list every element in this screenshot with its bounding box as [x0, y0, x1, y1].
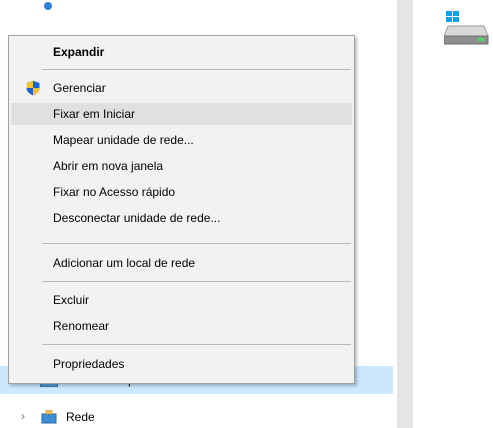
nav-item-rede[interactable]: › Rede: [0, 407, 200, 427]
menu-item-mapear-unidade-de-rede[interactable]: Mapear unidade de rede...: [11, 129, 352, 151]
menu-item-label: Propriedades: [53, 357, 125, 371]
menu-item-excluir[interactable]: Excluir: [11, 289, 352, 311]
menu-item-label: Fixar em Iniciar: [53, 107, 136, 121]
menu-item-renomear[interactable]: Renomear: [11, 315, 352, 337]
menu-item-abrir-em-nova-janela[interactable]: Abrir em nova janela: [11, 155, 352, 177]
system-drive-icon[interactable]: [444, 10, 490, 46]
menu-separator: [42, 69, 351, 70]
menu-item-label: Renomear: [53, 319, 110, 333]
menu-item-label: Excluir: [53, 293, 90, 307]
menu-item-label: Fixar no Acesso rápido: [53, 185, 176, 199]
menu-separator: [42, 344, 351, 345]
menu-item-expandir[interactable]: Expandir: [11, 41, 352, 63]
menu-item-label: Gerenciar: [53, 81, 106, 95]
menu-item-label: Expandir: [53, 45, 105, 59]
menu-item-gerenciar[interactable]: Gerenciar: [11, 77, 352, 99]
menu-item-fixar-em-iniciar[interactable]: Fixar em Iniciar: [11, 103, 352, 125]
network-icon: [41, 410, 57, 424]
menu-item-propriedades[interactable]: Propriedades: [11, 353, 352, 375]
menu-item-fixar-no-acesso-rapido[interactable]: Fixar no Acesso rápido: [11, 181, 352, 203]
menu-item-adicionar-local-de-rede[interactable]: Adicionar um local de rede: [11, 252, 352, 274]
menu-item-desconectar-unidade-de-rede[interactable]: Desconectar unidade de rede...: [11, 207, 352, 229]
pane-divider[interactable]: [397, 0, 413, 428]
menu-separator: [42, 281, 351, 282]
menu-item-label: Desconectar unidade de rede...: [53, 211, 221, 225]
menu-item-label: Abrir em nova janela: [53, 159, 164, 173]
nav-item-top[interactable]: [38, 0, 98, 12]
onedrive-icon: [44, 2, 52, 10]
menu-item-label: Adicionar um local de rede: [53, 256, 196, 270]
context-menu: Expandir Gerenciar Fixar em Iniciar Mape…: [8, 35, 355, 384]
menu-item-label: Mapear unidade de rede...: [53, 133, 194, 147]
chevron-right-icon[interactable]: ›: [21, 409, 25, 423]
shield-icon: [26, 80, 40, 96]
content-pane: [413, 0, 493, 428]
nav-item-label-rede: Rede: [66, 410, 95, 424]
menu-separator: [42, 243, 351, 244]
